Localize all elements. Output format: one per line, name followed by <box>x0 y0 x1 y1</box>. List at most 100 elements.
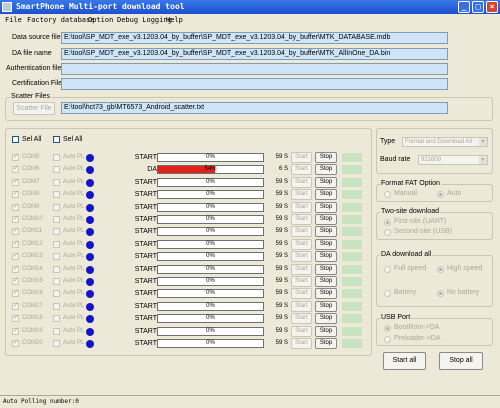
port-state: DA <box>147 166 157 174</box>
auto-pl-checkbox[interactable] <box>53 191 60 199</box>
port-stop-button[interactable]: Stop <box>315 238 337 250</box>
port-stop-button[interactable]: Stop <box>315 263 337 275</box>
com-checkbox[interactable] <box>12 226 19 236</box>
com-checkbox[interactable] <box>12 313 19 323</box>
battery-radio[interactable] <box>384 290 391 297</box>
auth-file-field[interactable] <box>61 63 448 75</box>
port-start-button[interactable]: Start <box>291 313 312 325</box>
bootrom-da-radio[interactable] <box>384 325 391 332</box>
auto-pl-checkbox[interactable] <box>53 253 60 261</box>
auto-pl-checkbox[interactable] <box>53 166 60 174</box>
menu-debug-logging[interactable]: Debug Logging <box>117 14 172 26</box>
scatter-file-field[interactable]: E:\tool\hct73_gb\MT6573_Android_scatter.… <box>61 102 448 114</box>
port-start-button[interactable]: Start <box>291 276 312 287</box>
com-checkbox[interactable] <box>12 326 19 335</box>
fat-auto-radio[interactable] <box>437 191 444 198</box>
auto-pl-checkbox[interactable] <box>53 340 60 347</box>
auto-pl-checkbox[interactable] <box>53 228 60 236</box>
start-all-button[interactable]: Start all <box>383 352 426 370</box>
port-start-button[interactable]: Start <box>291 263 312 275</box>
minimize-icon[interactable]: _ <box>458 1 470 13</box>
data-source-field[interactable]: E:\tool\SP_MDT_exe_v3.1203.04_by_buffer\… <box>61 32 448 44</box>
port-stop-button[interactable]: Stop <box>315 226 337 238</box>
fat-manual-radio[interactable] <box>384 191 391 198</box>
port-start-button[interactable]: Start <box>291 288 312 300</box>
menu-option[interactable]: Option <box>88 14 113 26</box>
com-checkbox[interactable] <box>12 301 19 310</box>
port-start-button[interactable]: Start <box>291 325 312 337</box>
sel-all-auto-checkbox[interactable] <box>53 136 60 143</box>
port-stop-button[interactable]: Stop <box>315 152 337 163</box>
port-start-button[interactable]: Start <box>291 300 312 312</box>
status-led <box>342 227 362 237</box>
auto-pl-checkbox[interactable] <box>53 302 60 310</box>
com-checkbox[interactable] <box>12 338 19 347</box>
port-start-button[interactable]: Start <box>291 201 312 213</box>
com-checkbox[interactable] <box>12 251 19 261</box>
com-checkbox[interactable] <box>12 288 19 298</box>
port-stop-button[interactable]: Stop <box>315 300 337 312</box>
port-stop-button[interactable]: Stop <box>315 164 337 176</box>
port-stop-button[interactable]: Stop <box>315 214 337 225</box>
sel-all-com-checkbox[interactable] <box>12 136 19 143</box>
port-stop-button[interactable]: Stop <box>315 313 337 325</box>
port-start-button[interactable]: Start <box>291 152 312 163</box>
com-checkbox[interactable] <box>12 239 19 248</box>
first-site-radio[interactable] <box>384 219 391 226</box>
menu-file[interactable]: File <box>5 14 22 26</box>
cert-file-field[interactable] <box>61 78 448 90</box>
port-state: START <box>134 290 157 298</box>
baud-rate-select[interactable]: 921600 ▼ <box>418 155 488 165</box>
auto-pl-checkbox[interactable] <box>53 327 60 335</box>
auto-pl-checkbox[interactable] <box>53 154 60 161</box>
port-stop-button[interactable]: Stop <box>315 338 337 349</box>
no-battery-radio[interactable] <box>437 290 444 297</box>
com-checkbox[interactable] <box>12 276 19 285</box>
full-speed-radio[interactable] <box>384 266 391 273</box>
com-checkbox[interactable] <box>12 152 19 161</box>
auto-pl-checkbox[interactable] <box>53 315 60 323</box>
maximize-icon[interactable]: □ <box>472 1 484 13</box>
port-stop-button[interactable]: Stop <box>315 276 337 287</box>
auto-pl-checkbox[interactable] <box>53 203 60 211</box>
preloader-da-radio[interactable] <box>384 336 391 343</box>
port-start-button[interactable]: Start <box>291 189 312 201</box>
port-start-button[interactable]: Start <box>291 238 312 250</box>
second-site-radio[interactable] <box>384 229 391 236</box>
progress-percent: 0% <box>206 327 215 334</box>
menu-factory-database[interactable]: Factory database <box>27 14 94 26</box>
auto-pl-checkbox[interactable] <box>53 216 60 223</box>
port-start-button[interactable]: Start <box>291 176 312 188</box>
auto-pl-checkbox[interactable] <box>53 178 60 186</box>
auto-pl-checkbox[interactable] <box>53 240 60 248</box>
port-stop-button[interactable]: Stop <box>315 176 337 188</box>
port-start-button[interactable]: Start <box>291 226 312 238</box>
com-checkbox[interactable] <box>12 264 19 273</box>
close-icon[interactable]: × <box>486 1 498 13</box>
port-stop-button[interactable]: Stop <box>315 251 337 263</box>
fat-auto-label: Auto <box>447 190 462 197</box>
com-checkbox[interactable] <box>12 189 19 199</box>
auto-pl-checkbox[interactable] <box>53 265 60 273</box>
status-dot-icon <box>86 302 94 311</box>
com-checkbox[interactable] <box>12 202 19 211</box>
com-checkbox[interactable] <box>12 164 19 174</box>
stop-all-button[interactable]: Stop all <box>439 352 483 370</box>
port-start-button[interactable]: Start <box>291 164 312 176</box>
auto-pl-checkbox[interactable] <box>53 290 60 298</box>
com-checkbox[interactable] <box>12 214 19 223</box>
port-stop-button[interactable]: Stop <box>315 288 337 300</box>
high-speed-radio[interactable] <box>437 266 444 273</box>
da-file-field[interactable]: E:\tool\SP_MDT_exe_v3.1203.04_by_buffer\… <box>61 48 448 60</box>
port-start-button[interactable]: Start <box>291 251 312 263</box>
port-start-button[interactable]: Start <box>291 338 312 349</box>
port-stop-button[interactable]: Stop <box>315 189 337 201</box>
scatter-file-button[interactable]: Scatter File <box>13 102 55 115</box>
port-stop-button[interactable]: Stop <box>315 201 337 213</box>
menu-help[interactable]: Help <box>166 14 183 26</box>
com-checkbox[interactable] <box>12 177 19 186</box>
auto-pl-checkbox[interactable] <box>53 278 60 285</box>
port-stop-button[interactable]: Stop <box>315 325 337 337</box>
type-select[interactable]: Format and Download All ▼ <box>402 137 488 147</box>
port-start-button[interactable]: Start <box>291 214 312 225</box>
